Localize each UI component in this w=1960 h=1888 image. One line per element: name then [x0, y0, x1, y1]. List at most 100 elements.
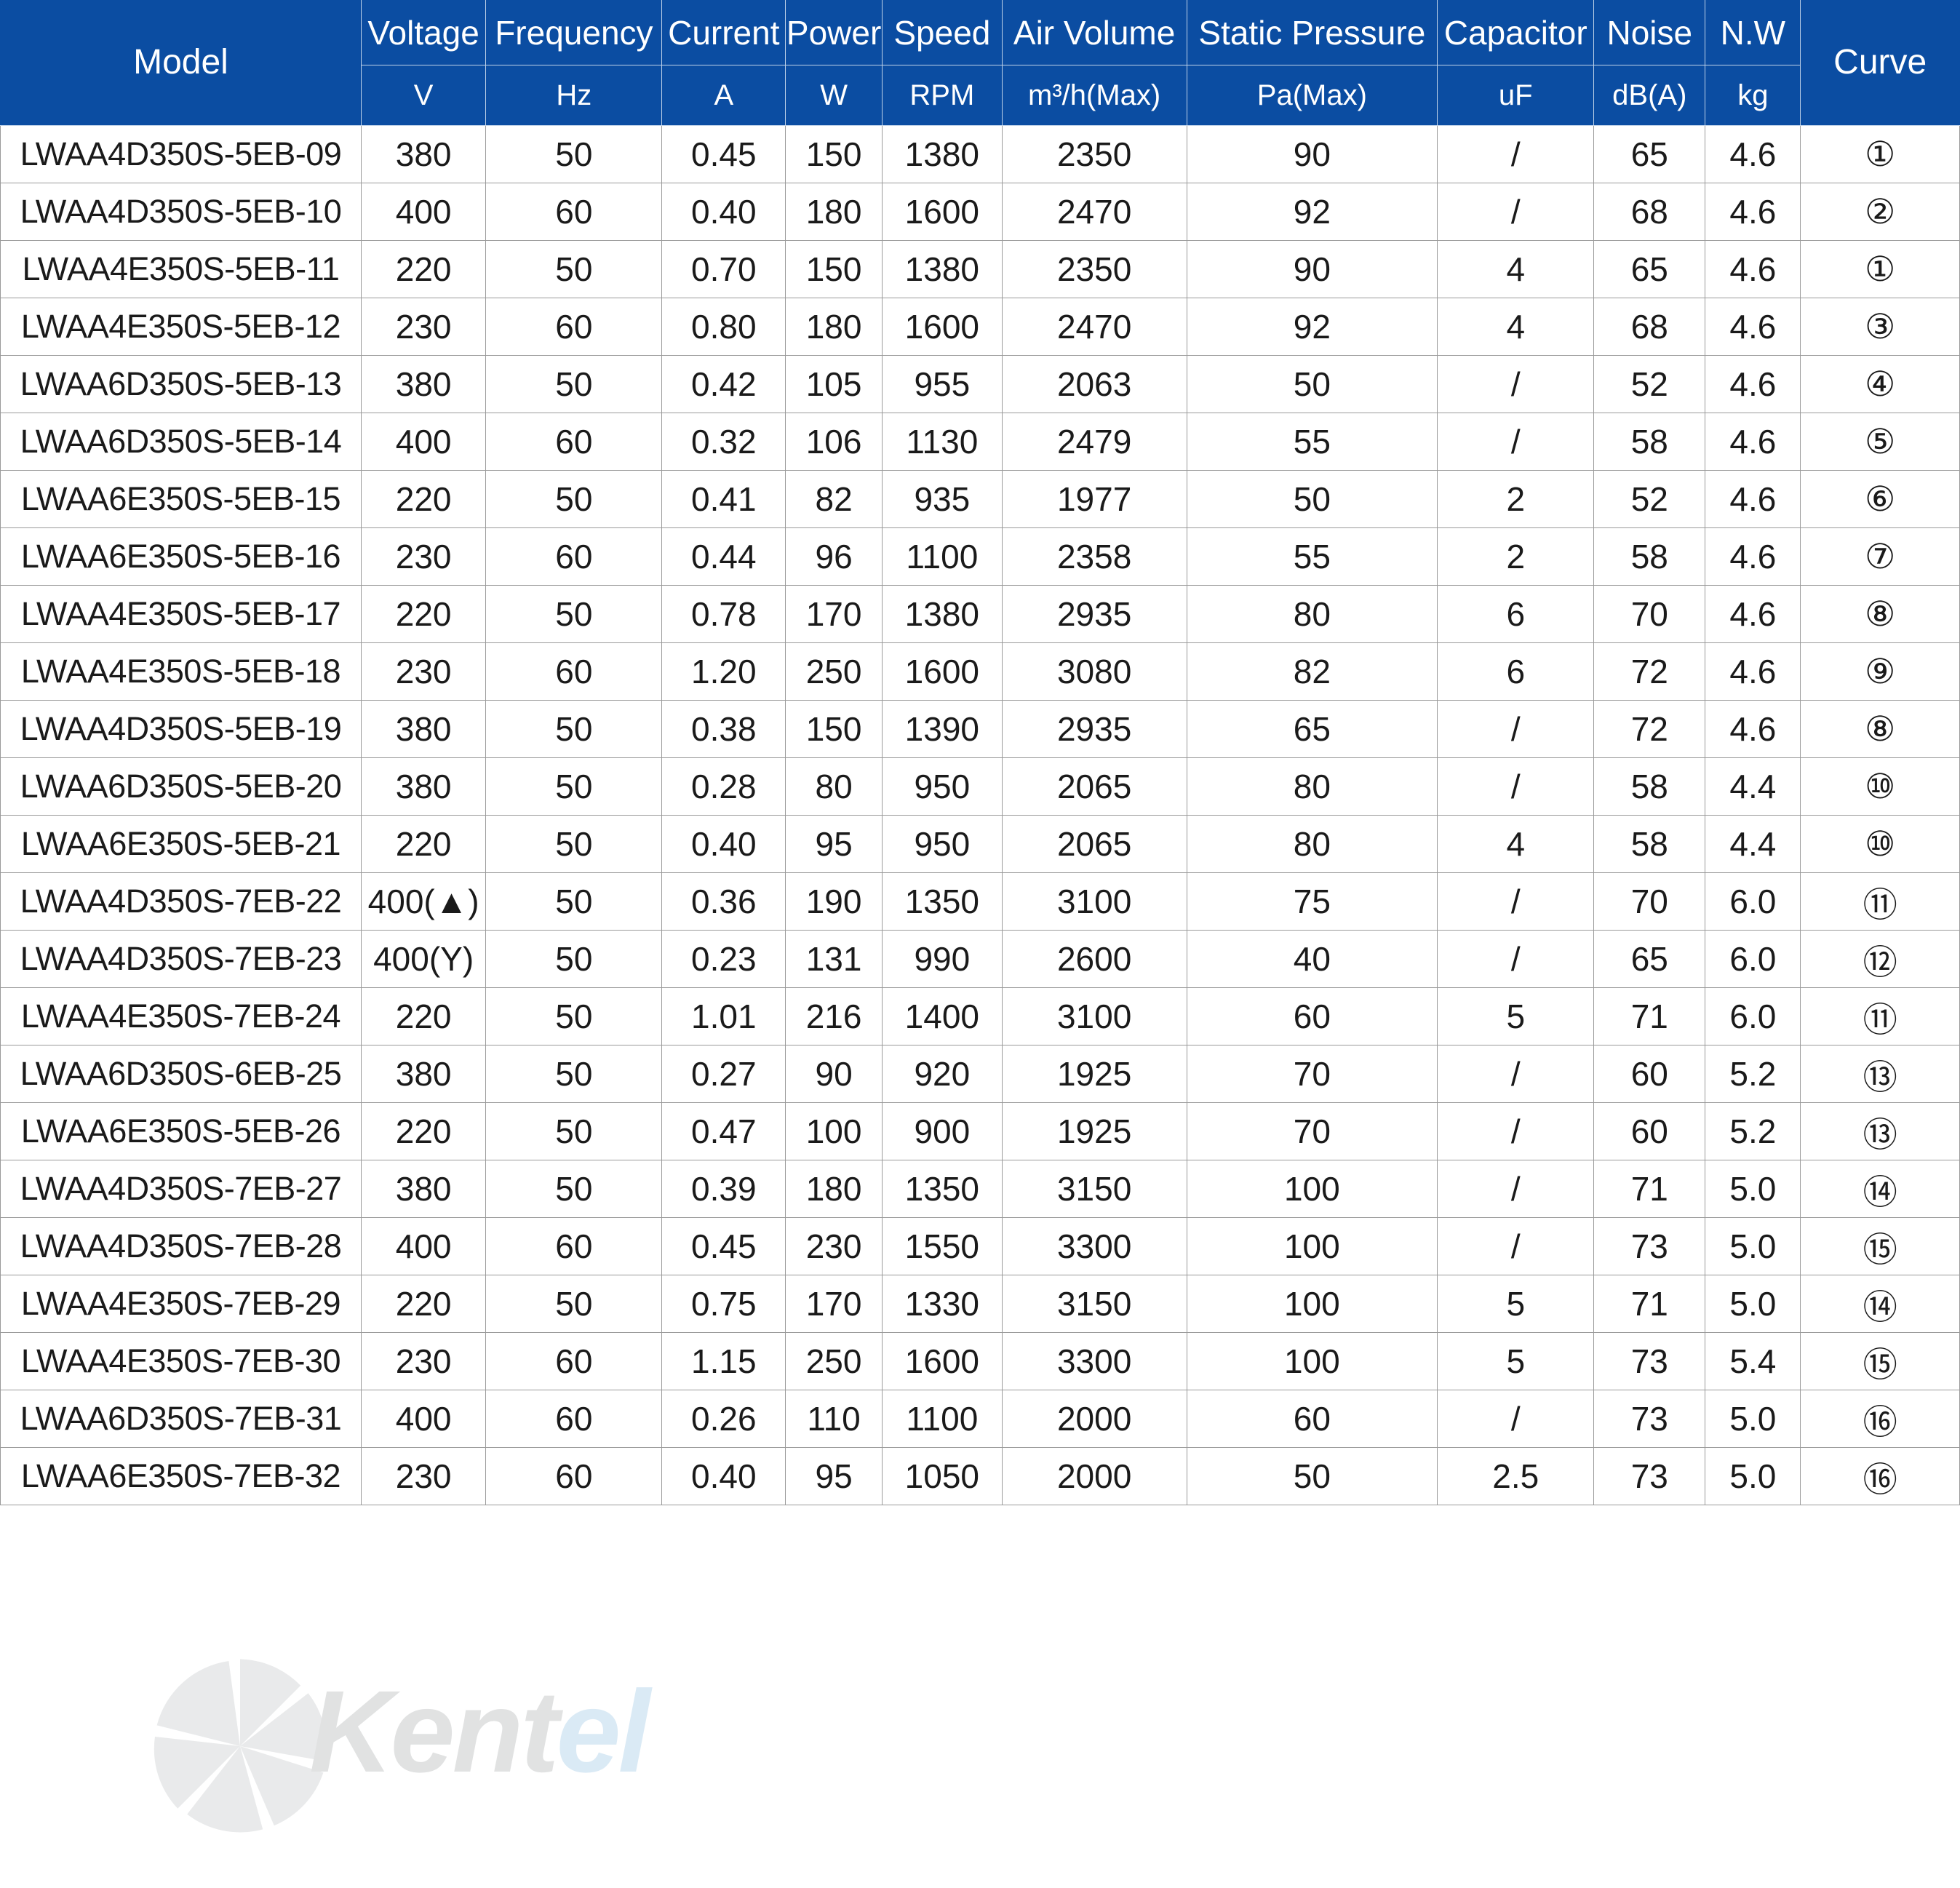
- speed-cell: 990: [881, 930, 1003, 988]
- curve-cell: ⑮: [1800, 1332, 1960, 1390]
- curve-cell: ⑮: [1800, 1217, 1960, 1275]
- table-row: LWAA4D350S-7EB-27 380 50 0.39 180 1350 3150 100…: [0, 1160, 1960, 1218]
- column-header-voltage: Voltage: [360, 0, 487, 65]
- frequency-cell: 50: [485, 240, 663, 298]
- voltage-cell: 230: [360, 298, 487, 356]
- capacitor-cell: 2.5: [1437, 1447, 1595, 1505]
- static-pressure-cell: 82: [1186, 642, 1438, 701]
- curve-cell: ⑬: [1800, 1102, 1960, 1160]
- curve-cell: ⑯: [1800, 1390, 1960, 1448]
- static-pressure-cell: 60: [1186, 987, 1438, 1045]
- fan-impeller-logo-icon: [154, 1659, 327, 1833]
- curve-cell: ⑩: [1800, 757, 1960, 816]
- model: LWAA4D350S-7EB-23: [0, 930, 362, 988]
- voltage-cell: 220: [360, 470, 487, 528]
- current-cell: 0.75: [661, 1275, 786, 1333]
- voltage-cell: 380: [360, 1160, 487, 1218]
- kentel-watermark: Kentel: [146, 1622, 873, 1863]
- static-pressure-cell: 80: [1186, 757, 1438, 816]
- speed-cell: 1550: [881, 1217, 1003, 1275]
- air-volume-cell: 3300: [1001, 1332, 1187, 1390]
- nw-cell: 5.0: [1705, 1447, 1801, 1505]
- air-volume-cell: 3100: [1001, 872, 1187, 931]
- table-row: LWAA4D350S-7EB-28 400 60 0.45 230 1550 3300 100…: [0, 1217, 1960, 1275]
- table-row: LWAA4E350S-5EB-18 230 60 1.20 250 1600 3080 82 6…: [0, 642, 1960, 701]
- frequency-cell: 60: [485, 1447, 663, 1505]
- voltage-cell: 400: [360, 1390, 487, 1448]
- model: LWAA6E350S-5EB-16: [0, 527, 362, 586]
- nw-cell: 5.0: [1705, 1160, 1801, 1218]
- power-cell: 100: [785, 1102, 883, 1160]
- power-cell: 150: [785, 240, 883, 298]
- voltage-cell: 400(Y): [360, 930, 487, 988]
- frequency-cell: 60: [485, 1332, 663, 1390]
- watermark-text: Kentel: [309, 1673, 650, 1790]
- capacitor-cell: 5: [1437, 1275, 1595, 1333]
- voltage-cell: 380: [360, 1045, 487, 1103]
- air-volume-cell: 2935: [1001, 700, 1187, 758]
- air-volume-cell: 3300: [1001, 1217, 1187, 1275]
- nw-cell: 5.2: [1705, 1045, 1801, 1103]
- curve-cell: ①: [1800, 240, 1960, 298]
- nw-cell: 6.0: [1705, 930, 1801, 988]
- capacitor-cell: /: [1437, 413, 1595, 471]
- nw-cell: 4.6: [1705, 642, 1801, 701]
- column-header-power: Power: [785, 0, 883, 65]
- noise-cell: 65: [1593, 125, 1706, 183]
- speed-cell: 1380: [881, 240, 1003, 298]
- power-cell: 250: [785, 1332, 883, 1390]
- air-volume-cell: 1977: [1001, 470, 1187, 528]
- static-pressure-cell: 70: [1186, 1045, 1438, 1103]
- current-cell: 0.28: [661, 757, 786, 816]
- capacitor-cell: 2: [1437, 527, 1595, 586]
- capacitor-cell: 4: [1437, 240, 1595, 298]
- power-cell: 180: [785, 1160, 883, 1218]
- noise-cell: 58: [1593, 815, 1706, 873]
- nw-cell: 5.0: [1705, 1217, 1801, 1275]
- voltage-cell: 230: [360, 527, 487, 586]
- current-cell: 0.23: [661, 930, 786, 988]
- voltage-cell: 230: [360, 642, 487, 701]
- capacitor-cell: /: [1437, 1390, 1595, 1448]
- speed-cell: 900: [881, 1102, 1003, 1160]
- model: LWAA4E350S-7EB-30: [0, 1332, 362, 1390]
- frequency-cell: 50: [485, 355, 663, 413]
- column-unit-power: W: [785, 65, 883, 126]
- column-header-air-volume: Air Volume: [1001, 0, 1187, 65]
- nw-cell: 5.2: [1705, 1102, 1801, 1160]
- current-cell: 0.47: [661, 1102, 786, 1160]
- capacitor-cell: /: [1437, 1045, 1595, 1103]
- capacitor-cell: /: [1437, 355, 1595, 413]
- speed-cell: 950: [881, 757, 1003, 816]
- model: LWAA6D350S-6EB-25: [0, 1045, 362, 1103]
- capacitor-cell: 6: [1437, 642, 1595, 701]
- speed-cell: 920: [881, 1045, 1003, 1103]
- power-cell: 180: [785, 298, 883, 356]
- capacitor-cell: 5: [1437, 1332, 1595, 1390]
- nw-cell: 4.6: [1705, 298, 1801, 356]
- air-volume-cell: 3100: [1001, 987, 1187, 1045]
- table-row: LWAA4E350S-7EB-30 230 60 1.15 250 1600 3300 100…: [0, 1332, 1960, 1390]
- frequency-cell: 50: [485, 930, 663, 988]
- model: LWAA6E350S-5EB-15: [0, 470, 362, 528]
- curve-cell: ⑪: [1800, 987, 1960, 1045]
- voltage-cell: 220: [360, 585, 487, 643]
- model: LWAA4D350S-7EB-22: [0, 872, 362, 931]
- speed-cell: 1390: [881, 700, 1003, 758]
- curve-cell: ⑦: [1800, 527, 1960, 586]
- nw-cell: 4.6: [1705, 125, 1801, 183]
- noise-cell: 73: [1593, 1390, 1706, 1448]
- column-header-model: Model: [0, 0, 362, 126]
- voltage-cell: 220: [360, 1275, 487, 1333]
- air-volume-cell: 2600: [1001, 930, 1187, 988]
- power-cell: 95: [785, 815, 883, 873]
- capacitor-cell: 4: [1437, 815, 1595, 873]
- capacitor-cell: /: [1437, 1160, 1595, 1218]
- current-cell: 0.26: [661, 1390, 786, 1448]
- curve-cell: ⑭: [1800, 1160, 1960, 1218]
- column-unit-air-volume: m³/h(Max): [1001, 65, 1187, 126]
- nw-cell: 5.0: [1705, 1275, 1801, 1333]
- current-cell: 0.80: [661, 298, 786, 356]
- air-volume-cell: 2470: [1001, 183, 1187, 241]
- column-header-curve: Curve: [1800, 0, 1960, 126]
